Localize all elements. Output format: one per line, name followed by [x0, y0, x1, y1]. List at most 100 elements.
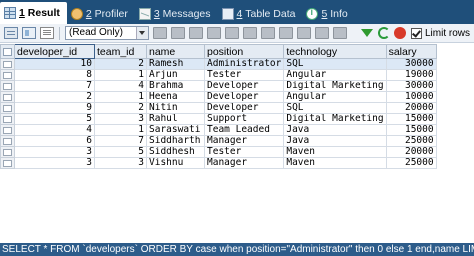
cell-name[interactable]: Arjun [146, 69, 205, 81]
cell-name[interactable]: Saraswati [146, 124, 205, 136]
cell-developer-id[interactable]: 10 [14, 58, 95, 70]
row-select-checkbox[interactable] [0, 124, 15, 136]
grid-view-icon[interactable] [4, 27, 18, 39]
table-row[interactable]: 6 7 Siddharth Manager Java 25000 [0, 135, 437, 147]
row-select-checkbox[interactable] [0, 113, 15, 125]
cell-salary[interactable]: 30000 [385, 58, 437, 70]
cell-position[interactable]: Manager [203, 157, 285, 169]
cell-salary[interactable]: 15000 [385, 124, 437, 136]
cell-position[interactable]: Support [203, 113, 285, 125]
row-select-box[interactable] [3, 137, 12, 145]
select-all-checkbox[interactable] [0, 44, 15, 59]
cell-name[interactable]: Siddharth [146, 135, 205, 147]
select-all-box[interactable] [3, 47, 12, 56]
cell-name[interactable]: Brahma [146, 80, 205, 92]
cell-developer-id[interactable]: 9 [14, 102, 95, 114]
tab-result[interactable]: 1 Result [0, 2, 67, 24]
row-select-checkbox[interactable] [0, 91, 15, 103]
cell-technology[interactable]: Maven [283, 157, 387, 169]
save-changes-icon[interactable] [189, 27, 203, 39]
cell-team-id[interactable]: 1 [94, 91, 147, 103]
cell-team-id[interactable]: 1 [94, 124, 147, 136]
row-select-box[interactable] [3, 126, 12, 134]
table-row[interactable]: 2 1 Heena Developer Angular 10000 [0, 91, 437, 103]
row-select-checkbox[interactable] [0, 58, 15, 70]
cell-salary[interactable]: 25000 [385, 157, 437, 169]
row-select-box[interactable] [3, 115, 12, 123]
cell-technology[interactable]: Digital Marketing [283, 80, 387, 92]
cell-salary[interactable]: 30000 [385, 80, 437, 92]
cell-developer-id[interactable]: 5 [14, 113, 95, 125]
cell-developer-id[interactable]: 4 [14, 124, 95, 136]
cell-developer-id[interactable]: 7 [14, 80, 95, 92]
row-select-checkbox[interactable] [0, 135, 15, 147]
tab-table-data[interactable]: 4 Table Data [218, 4, 303, 24]
row-select-checkbox[interactable] [0, 80, 15, 92]
cell-salary[interactable]: 25000 [385, 135, 437, 147]
table-row[interactable]: 7 4 Brahma Developer Digital Marketing 3… [0, 80, 437, 92]
delete-row-icon[interactable] [207, 27, 221, 39]
result-mode-select[interactable]: (Read Only) [65, 26, 149, 40]
table-row[interactable]: 10 2 Ramesh Administrator SQL 30000 [0, 58, 437, 70]
column-header-name[interactable]: name [146, 44, 205, 59]
cell-name[interactable]: Rahul [146, 113, 205, 125]
column-header-position[interactable]: position [203, 44, 285, 59]
cell-technology[interactable]: Angular [283, 91, 387, 103]
tab-info[interactable]: 5 Info [302, 4, 354, 24]
cell-team-id[interactable]: 7 [94, 135, 147, 147]
cell-salary[interactable]: 15000 [385, 113, 437, 125]
font-size-icon[interactable] [297, 27, 311, 39]
row-select-box[interactable] [3, 104, 12, 112]
cell-name[interactable]: Vishnu [146, 157, 205, 169]
refresh-icon[interactable] [378, 27, 390, 39]
cell-salary[interactable]: 19000 [385, 69, 437, 81]
row-select-checkbox[interactable] [0, 102, 15, 114]
cell-position[interactable]: Developer [203, 102, 285, 114]
form-view-icon[interactable] [22, 27, 36, 39]
cell-position[interactable]: Tester [203, 69, 285, 81]
cell-technology[interactable]: Digital Marketing [283, 113, 387, 125]
cell-position[interactable]: Team Leaded [203, 124, 285, 136]
cell-name[interactable]: Ramesh [146, 58, 205, 70]
cell-team-id[interactable]: 2 [94, 102, 147, 114]
row-select-checkbox[interactable] [0, 69, 15, 81]
tab-messages[interactable]: 3 Messages [135, 4, 218, 24]
column-header-team-id[interactable]: team_id [94, 44, 147, 59]
column-header-salary[interactable]: salary [385, 44, 437, 59]
cell-name[interactable]: Nitin [146, 102, 205, 114]
table-row[interactable]: 5 3 Rahul Support Digital Marketing 1500… [0, 113, 437, 125]
cell-technology[interactable]: SQL [283, 102, 387, 114]
cell-developer-id[interactable]: 3 [14, 157, 95, 169]
row-select-box[interactable] [3, 71, 12, 79]
export-icon[interactable] [243, 27, 257, 39]
cell-position[interactable]: Manager [203, 135, 285, 147]
chevron-down-icon[interactable] [136, 27, 148, 39]
cell-technology[interactable]: Angular [283, 69, 387, 81]
row-select-box[interactable] [3, 60, 12, 68]
copy-icon[interactable] [261, 27, 275, 39]
row-select-checkbox[interactable] [0, 146, 15, 158]
cell-name[interactable]: Siddhesh [146, 146, 205, 158]
cell-salary[interactable]: 20000 [385, 102, 437, 114]
cell-developer-id[interactable]: 3 [14, 146, 95, 158]
fit-columns-icon[interactable] [333, 27, 347, 39]
cell-team-id[interactable]: 3 [94, 113, 147, 125]
row-select-box[interactable] [3, 148, 12, 156]
column-header-technology[interactable]: technology [283, 44, 387, 59]
table-row[interactable]: 3 3 Vishnu Manager Maven 25000 [0, 157, 437, 169]
paste-icon[interactable] [279, 27, 293, 39]
row-select-checkbox[interactable] [0, 157, 15, 169]
limit-rows-toggle[interactable]: Limit rows [411, 27, 470, 39]
stop-icon[interactable] [394, 27, 406, 39]
cell-team-id[interactable]: 3 [94, 157, 147, 169]
cell-technology[interactable]: Java [283, 124, 387, 136]
table-row[interactable]: 9 2 Nitin Developer SQL 20000 [0, 102, 437, 114]
cell-technology[interactable]: SQL [283, 58, 387, 70]
cancel-changes-icon[interactable] [225, 27, 239, 39]
table-row[interactable]: 4 1 Saraswati Team Leaded Java 15000 [0, 124, 437, 136]
cell-developer-id[interactable]: 2 [14, 91, 95, 103]
tab-profiler[interactable]: 2 Profiler [67, 4, 135, 24]
cell-position[interactable]: Tester [203, 146, 285, 158]
cell-salary[interactable]: 20000 [385, 146, 437, 158]
table-row[interactable]: 8 1 Arjun Tester Angular 19000 [0, 69, 437, 81]
